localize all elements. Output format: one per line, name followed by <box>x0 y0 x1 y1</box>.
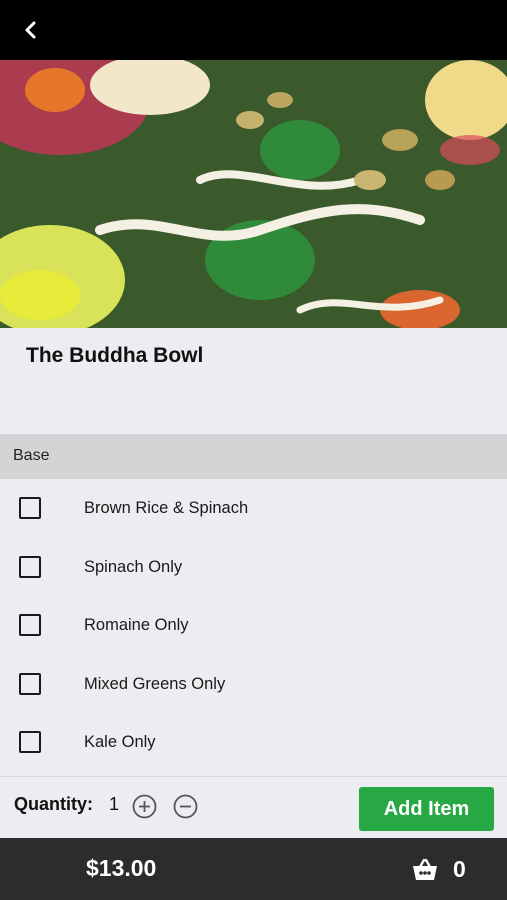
option-spinach-only[interactable]: Spinach Only <box>0 538 507 597</box>
chevron-left-icon <box>25 21 36 39</box>
minus-circle-icon[interactable] <box>173 794 198 819</box>
option-label: Brown Rice & Spinach <box>84 499 249 517</box>
option-label: Kale Only <box>84 733 156 752</box>
option-label: Romaine Only <box>84 616 189 635</box>
order-total: $13.00 <box>86 855 157 881</box>
checkbox[interactable] <box>19 497 41 519</box>
option-label: Mixed Greens Only <box>84 674 226 693</box>
checkbox[interactable] <box>19 555 41 578</box>
top-bar <box>0 0 507 60</box>
option-mixed-greens-only[interactable]: Mixed Greens Only <box>0 655 507 714</box>
option-label: Spinach Only <box>84 557 183 576</box>
option-kale-only[interactable]: Kale Only <box>0 713 507 772</box>
back-button[interactable] <box>14 14 48 46</box>
checkbox[interactable] <box>19 731 41 754</box>
quantity-bar: Quantity: 1 Add Item <box>0 776 507 838</box>
quantity-label: Quantity: <box>14 794 93 814</box>
checkbox[interactable] <box>19 614 41 637</box>
plus-circle-icon[interactable] <box>132 794 157 819</box>
item-info: The Buddha Bowl <box>0 328 507 434</box>
basket-icon <box>413 858 437 880</box>
quantity-value: 1 <box>109 794 120 814</box>
add-item-button[interactable]: Add Item <box>359 787 494 831</box>
item-title: The Buddha Bowl <box>26 344 204 367</box>
option-list: Brown Rice & Spinach Spinach Only Romain… <box>0 479 507 772</box>
option-romaine-only[interactable]: Romaine Only <box>0 596 507 655</box>
checkbox[interactable] <box>19 672 41 695</box>
hero-image <box>0 60 507 328</box>
bottom-bar: $13.00 0 <box>0 838 507 900</box>
cart-button[interactable]: 0 <box>411 852 466 886</box>
section-header: Base <box>0 434 507 479</box>
cart-count: 0 <box>453 855 466 882</box>
section-title: Base <box>13 447 50 464</box>
option-brown-rice-spinach[interactable]: Brown Rice & Spinach <box>0 479 507 538</box>
